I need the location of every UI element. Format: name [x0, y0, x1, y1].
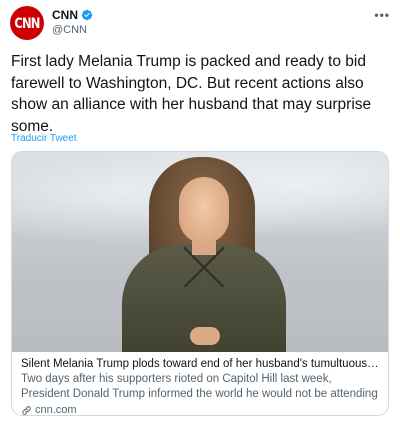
tweet: CNN CNN @CNN ••• First lady Melania Trum… — [0, 0, 400, 423]
translate-tweet-link[interactable]: Traducir Tweet — [11, 133, 77, 144]
display-name[interactable]: CNN — [52, 8, 78, 22]
card-domain-row: cnn.com — [21, 403, 379, 416]
tweet-text: First lady Melania Trump is packed and r… — [11, 53, 372, 135]
card-title: Silent Melania Trump plods toward end of… — [21, 358, 379, 370]
author-block[interactable]: CNN @CNN — [52, 8, 93, 36]
cnn-logo: CNN — [14, 14, 40, 32]
verified-badge-icon — [81, 9, 93, 21]
link-card[interactable]: Silent Melania Trump plods toward end of… — [11, 151, 389, 416]
card-description: Two days after his supporters rioted on … — [21, 373, 378, 400]
photo-hands — [190, 327, 220, 345]
card-domain: cnn.com — [35, 404, 77, 416]
handle[interactable]: @CNN — [52, 24, 93, 36]
photo-face — [179, 177, 229, 243]
name-row: CNN — [52, 8, 93, 22]
card-image[interactable] — [12, 152, 388, 352]
link-icon — [22, 405, 31, 415]
more-options-icon[interactable]: ••• — [374, 8, 390, 22]
card-info: Silent Melania Trump plods toward end of… — [12, 352, 388, 416]
avatar[interactable]: CNN — [10, 6, 44, 40]
